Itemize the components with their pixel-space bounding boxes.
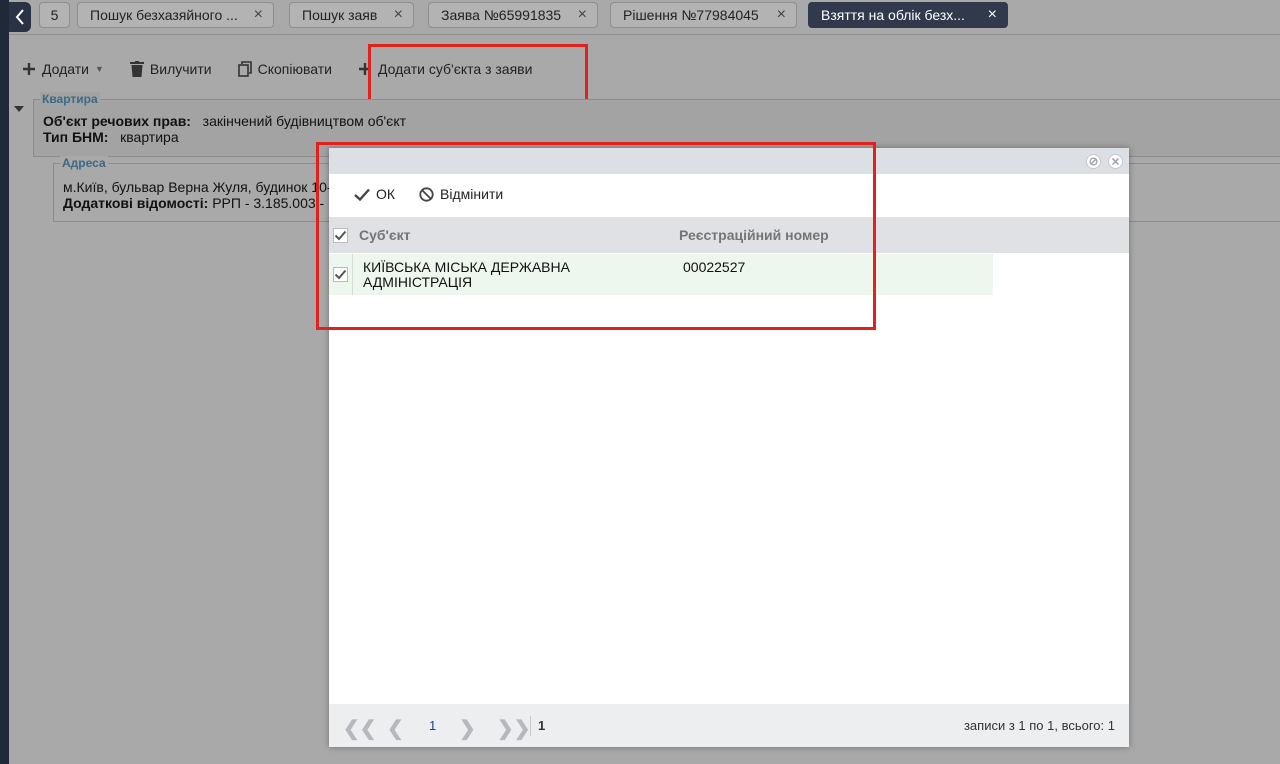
add-button[interactable]: Додати ▼ [22, 61, 104, 77]
first-page-icon[interactable]: ❮❮ [343, 716, 377, 741]
bnm-type-value: квартира [120, 129, 179, 145]
chevron-left-icon [15, 9, 24, 25]
maximize-icon[interactable] [1086, 154, 1101, 169]
close-icon[interactable]: × [384, 6, 403, 24]
tab-application[interactable]: Заява №65991835 × [428, 2, 598, 28]
tab-label: Пошук безхазяйного ... [90, 7, 238, 23]
address-extra-label: Додаткові відомості: [63, 195, 209, 211]
tab-search-unowned[interactable]: Пошук безхазяйного ... × [77, 2, 274, 28]
tab-registration[interactable]: Взяття на облік безх... × [808, 2, 1008, 28]
address-legend: Адреса [60, 156, 108, 170]
copy-icon [237, 61, 252, 77]
next-page-icon[interactable]: ❯ [459, 716, 476, 741]
tab-label: Заява №65991835 [441, 7, 562, 23]
tab-count-label: 5 [50, 7, 59, 23]
tab-label: Взяття на облік безх... [821, 7, 965, 23]
current-page-link[interactable]: 1 [429, 718, 436, 733]
back-button[interactable] [9, 2, 31, 32]
object-rights-line: Об'єкт речових прав: закінчений будівниц… [43, 113, 406, 129]
caret-down-icon[interactable]: ▼ [95, 64, 104, 74]
copy-button[interactable]: Скопіювати [237, 61, 332, 77]
prev-page-icon[interactable]: ❮ [387, 716, 404, 741]
bnm-type-line: Тип БНМ: квартира [43, 129, 179, 145]
object-rights-value: закінчений будівництвом об'єкт [202, 113, 407, 129]
records-info: записи з 1 по 1, всього: 1 [963, 718, 1115, 733]
remove-button[interactable]: Вилучити [129, 61, 212, 77]
object-rights-label: Об'єкт речових прав: [43, 113, 191, 129]
pager: ❮❮ ❮ 1 ❯ ❯❯ 1 записи з 1 по 1, всього: 1 [329, 704, 1129, 747]
highlight-add-subject [368, 44, 588, 102]
tab-search-applications[interactable]: Пошук заяв × [289, 2, 414, 28]
tab-label: Пошук заяв [302, 7, 378, 23]
tab-bar: 5 Пошук безхазяйного ... × Пошук заяв × … [31, 0, 1280, 32]
last-page-icon[interactable]: ❯❯ [497, 716, 531, 741]
total-pages: 1 [538, 718, 546, 733]
bnm-type-label: Тип БНМ: [43, 129, 109, 145]
close-icon[interactable]: × [978, 6, 997, 24]
left-sidebar-strip [0, 0, 9, 764]
highlight-dialog-grid [316, 142, 876, 330]
close-icon[interactable]: × [767, 6, 786, 24]
collapse-triangle-icon[interactable] [14, 106, 24, 112]
close-dialog-icon[interactable] [1108, 154, 1123, 169]
tab-decision[interactable]: Рішення №77984045 × [610, 2, 797, 28]
pager-divider [530, 716, 531, 736]
trash-icon [129, 61, 144, 77]
remove-button-label: Вилучити [149, 61, 212, 77]
address-extra-line: Додаткові відомості: РРП - 3.185.003 - Б [63, 195, 337, 211]
tab-label: Рішення №77984045 [623, 7, 759, 23]
apartment-legend: Квартира [40, 92, 100, 106]
close-icon[interactable]: × [244, 6, 263, 24]
tab-count[interactable]: 5 [39, 2, 70, 28]
address-line: м.Київ, бульвар Верна Жуля, будинок 10- [63, 179, 332, 195]
copy-button-label: Скопіювати [257, 61, 332, 77]
plus-icon [23, 63, 35, 75]
tab-divider [9, 34, 1280, 35]
close-icon[interactable]: × [568, 6, 587, 24]
add-button-label: Додати [42, 61, 89, 77]
